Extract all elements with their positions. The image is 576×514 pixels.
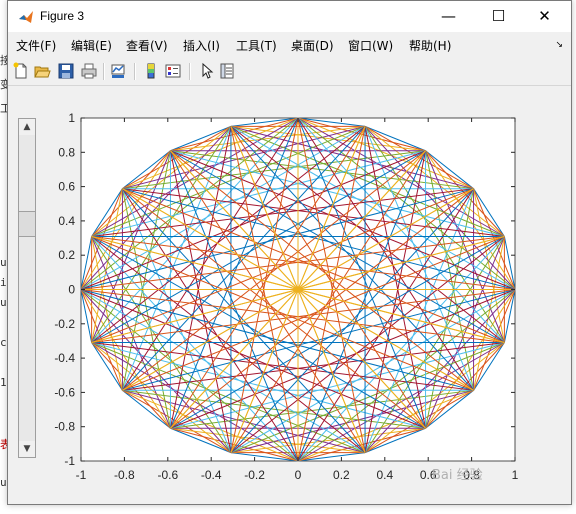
x-tick-label: 1 [512,468,519,482]
x-tick-label: -0.6 [157,468,178,482]
plot-canvas: -1 -0.8 -0.6 -0.4 -0.2 0 0.2 0.4 0.6 0.8 1 -1 -0.8 -0… [54,111,519,482]
y-tick-label: -0.4 [54,351,75,365]
y-tick-label: 0.6 [58,180,75,194]
y-tick-label: 1 [68,111,75,125]
y-tick-label: -1 [64,454,75,468]
y-tick-label: -0.6 [54,385,75,399]
y-tick-label: 0.2 [58,248,75,262]
y-tick-label: -0.2 [54,317,75,331]
x-tick-label: 0 [295,468,302,482]
x-tick-label: -0.2 [244,468,265,482]
y-tick-label: 0.8 [58,145,75,159]
y-tick-label: -0.8 [54,420,75,434]
y-tick-label: 0.4 [58,214,75,228]
x-tick-label: 0.2 [333,468,350,482]
watermark-text: Bai 经验 [432,468,483,483]
y-tick-label: 0 [68,283,75,297]
x-tick-label: -0.4 [201,468,222,482]
x-tick-label: 0.4 [376,468,393,482]
x-tick-label: -0.8 [114,468,135,482]
x-tick-label: -1 [76,468,87,482]
